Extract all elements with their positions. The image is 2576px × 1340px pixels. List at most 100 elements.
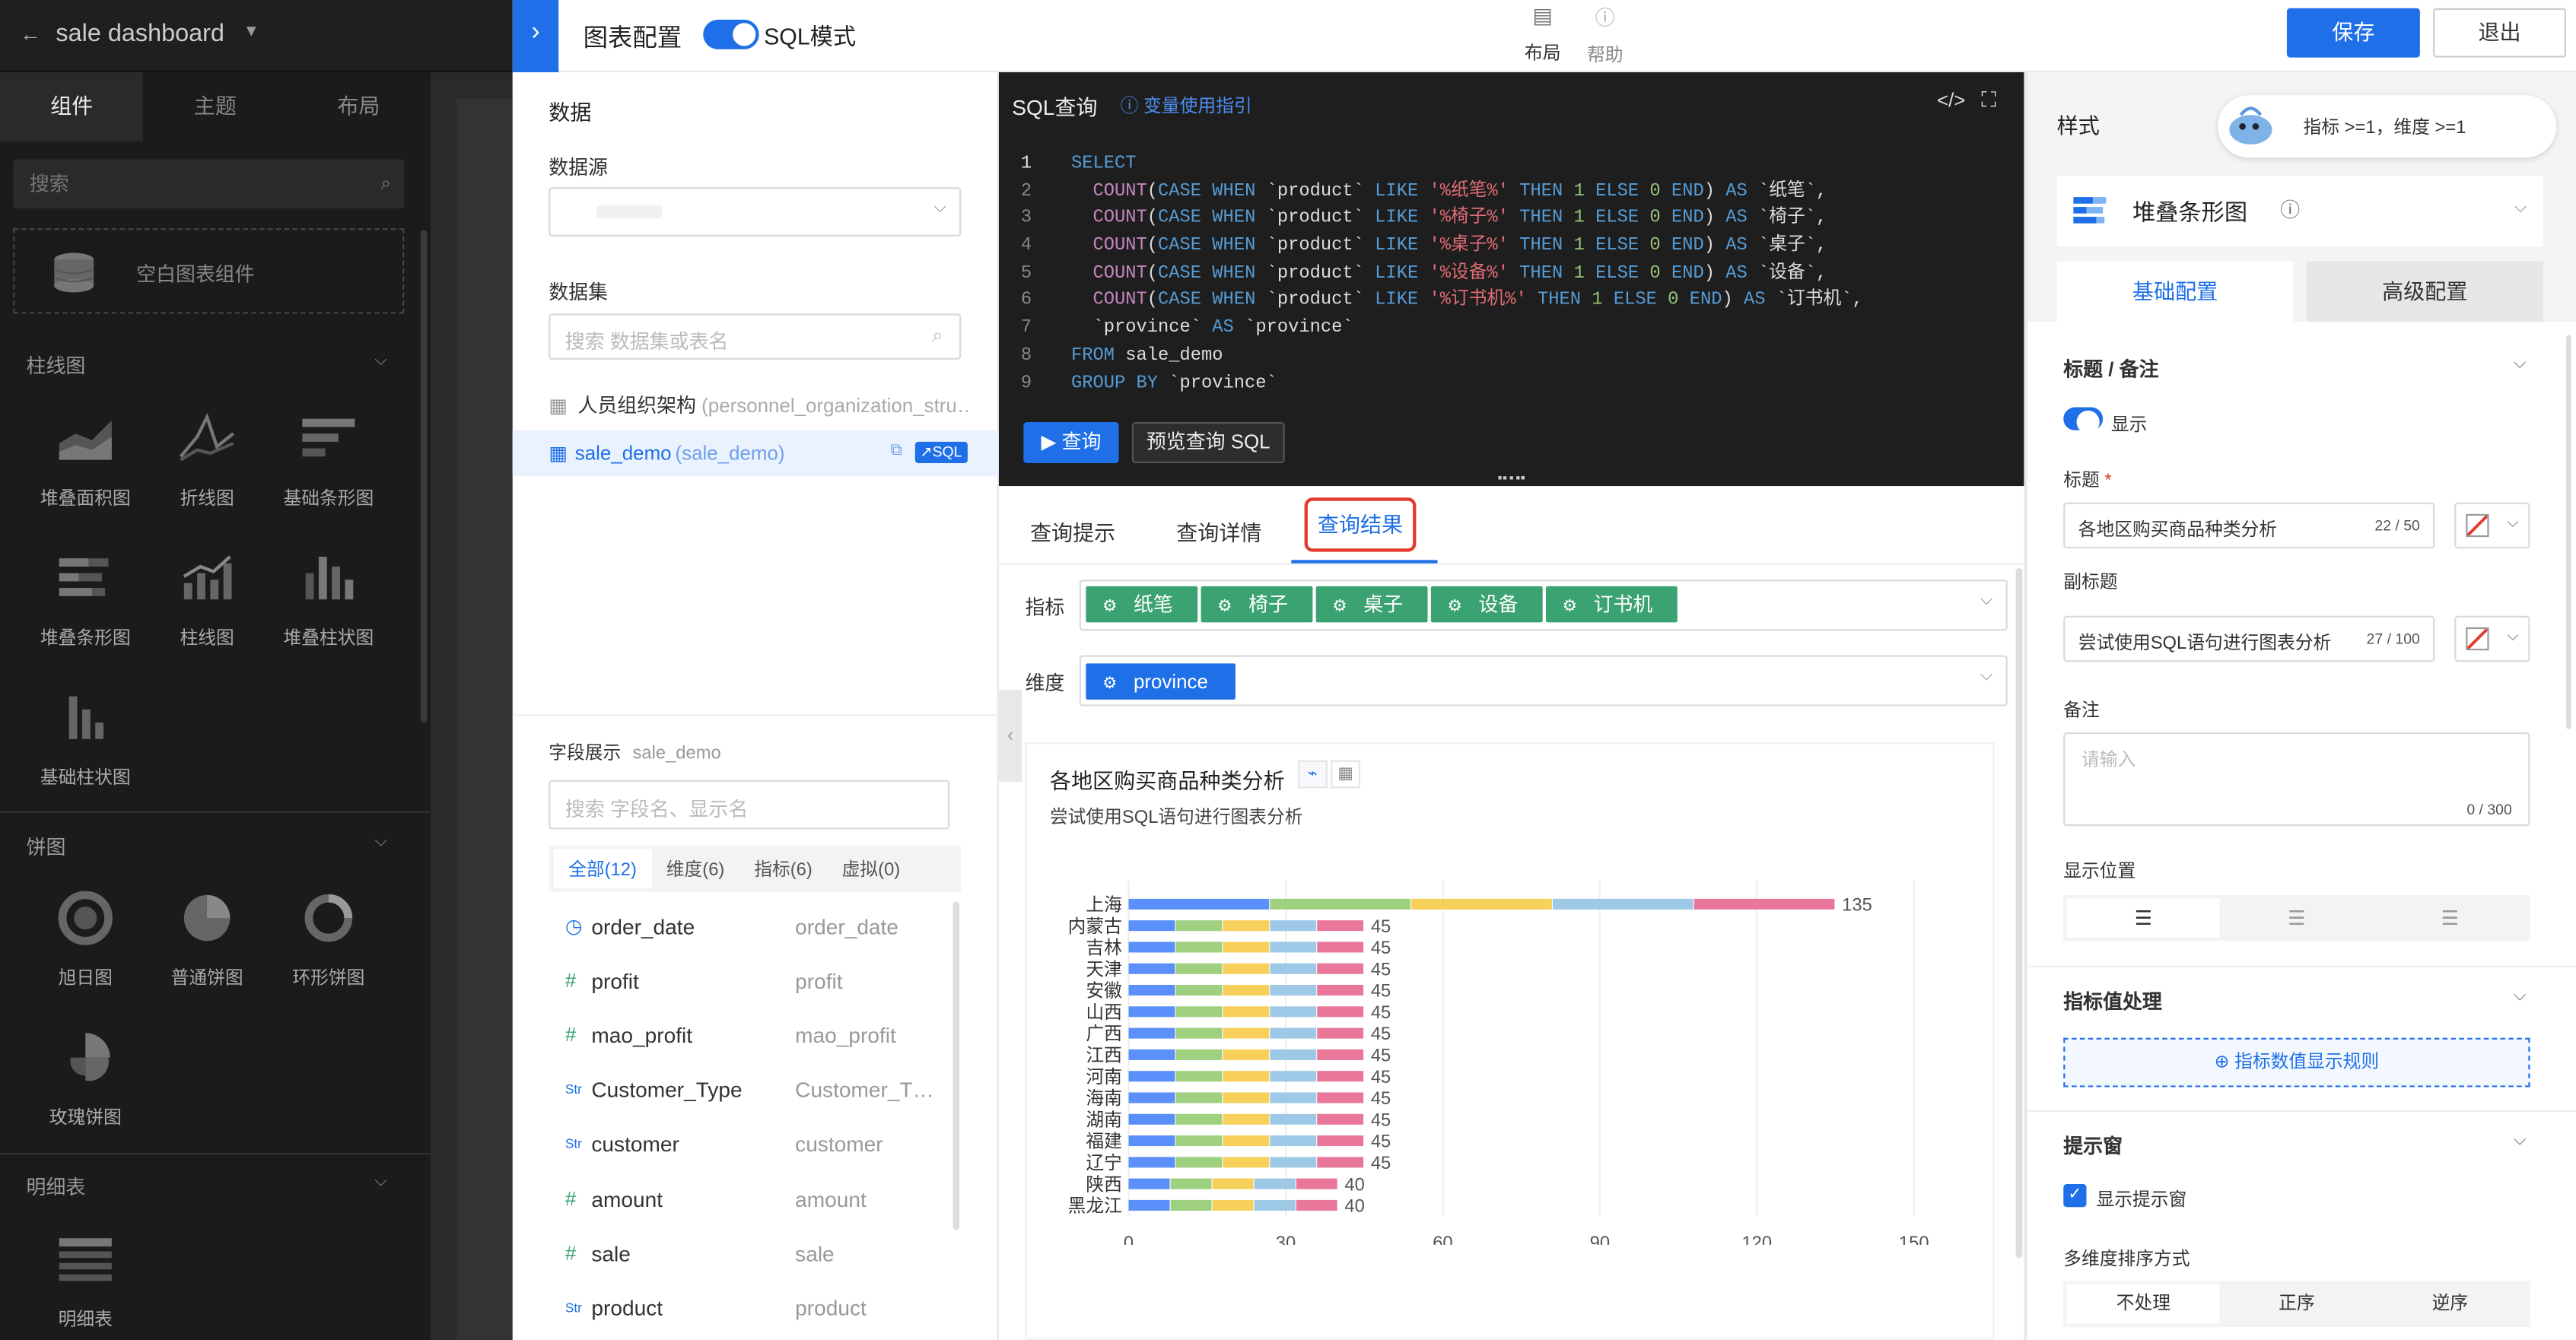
empty-chart-component[interactable]: 空白图表组件 (13, 228, 405, 314)
tab-layout[interactable]: 布局 (287, 72, 431, 141)
chart-type-select[interactable]: 堆叠条形图 ⓘ ⌵ (2056, 176, 2543, 246)
chart-basic-bar[interactable]: 基础条形图 (268, 411, 390, 511)
chevron-down-icon[interactable]: ⌵ (2514, 987, 2526, 1005)
note-textarea[interactable]: 请输入 0 / 300 (2063, 732, 2530, 827)
fullscreen-icon[interactable]: ⛶ (1981, 87, 1996, 113)
app-root: ← sale dashboard ▼ 组件 主题 布局 搜索 ⌕ 空白图表组件 … (0, 0, 2576, 1340)
show-tooltip-checkbox[interactable]: ✓ (2063, 1183, 2087, 1208)
metric-tag[interactable]: ⚙ 订书机 (1546, 586, 1678, 623)
chart-donut[interactable]: 环形饼图 (268, 890, 390, 990)
metric-section-heading[interactable]: 指标值处理 (2063, 987, 2162, 1015)
field-row[interactable]: # mao_profit mao_profit (549, 1010, 956, 1059)
section-detail-table[interactable]: 明细表 (27, 1173, 86, 1201)
align-center-option[interactable]: ☰ (2220, 898, 2374, 938)
tab-components[interactable]: 组件 (0, 72, 144, 141)
field-row[interactable]: Str Customer_Type Customer_T… (549, 1064, 956, 1113)
chart-pie[interactable]: 普通饼图 (146, 890, 268, 990)
collapse-left-handle[interactable]: ‹ (998, 689, 1022, 782)
field-search-input[interactable]: 搜索 字段名、显示名 (549, 780, 950, 830)
metric-tag[interactable]: ⚙ 纸笔 (1086, 586, 1198, 623)
chart-line[interactable]: 折线图 (146, 411, 268, 511)
collapse-panel-button[interactable]: › (512, 0, 559, 73)
title-color-picker[interactable]: ⌵ (2454, 502, 2530, 549)
field-tab-dimension[interactable]: 维度(6) (651, 849, 739, 888)
help-button[interactable]: ⓘ 帮助 (1580, 3, 1630, 67)
table-view-icon[interactable]: ▦ (1331, 760, 1361, 789)
chart-stacked-bar[interactable]: 堆叠条形图 (24, 550, 146, 650)
chevron-down-icon[interactable]: ⌵ (374, 833, 386, 851)
dataset-search-input[interactable]: 搜索 数据集或表名 ⌕ (549, 313, 962, 360)
result-scrollbar[interactable] (2015, 568, 2023, 1259)
tab-query-result[interactable]: 查询结果 (1304, 497, 1417, 552)
metric-tag[interactable]: ⚙ 椅子 (1201, 586, 1313, 623)
chart-stacked-area[interactable]: 堆叠面积图 (24, 411, 146, 511)
style-scrollbar[interactable] (2566, 335, 2571, 729)
chevron-down-icon[interactable]: ⌵ (374, 1173, 386, 1191)
variable-guide-link[interactable]: ⓘ 变量使用指引 (1121, 92, 1252, 119)
dashboard-dropdown-icon[interactable]: ▼ (243, 23, 259, 41)
preview-sql-button[interactable]: 预览查询 SQL (1131, 421, 1285, 463)
field-row[interactable]: ◷ order_date order_date (549, 902, 956, 951)
field-row[interactable]: Str customer customer (549, 1119, 956, 1168)
copy-icon[interactable]: ⧉ (890, 442, 902, 460)
component-search-input[interactable]: 搜索 ⌕ (13, 159, 405, 209)
subtitle-input[interactable]: 尝试使用SQL语句进行图表分析 27 / 100 (2063, 615, 2435, 662)
tab-query-hint[interactable]: 查询提示 (1030, 516, 1115, 547)
field-row[interactable]: # amount amount (549, 1174, 956, 1224)
chart-stacked-column[interactable]: 堆叠柱状图 (268, 550, 390, 650)
field-tab-virtual[interactable]: 虚拟(0) (827, 849, 914, 888)
field-row[interactable]: Str product product (549, 1283, 956, 1332)
chart-view-icon[interactable]: ⌁ (1297, 760, 1328, 789)
tab-basic-config[interactable]: 基础配置 (2056, 261, 2294, 322)
code-format-icon[interactable]: </> (1937, 89, 1965, 112)
sort-desc-option[interactable]: 逆序 (2374, 1284, 2527, 1324)
align-left-option[interactable]: ☰ (2066, 898, 2221, 938)
section-bar-line[interactable]: 柱线图 (27, 351, 86, 379)
run-query-button[interactable]: ▶ 查询 (1023, 421, 1119, 463)
metric-tag[interactable]: ⚙ 桌子 (1315, 586, 1428, 623)
tab-theme[interactable]: 主题 (144, 72, 288, 141)
title-input[interactable]: 各地区购买商品种类分析 22 / 50 (2063, 502, 2435, 549)
sql-code-editor[interactable]: 1 SELECT 2 COUNT(CASE WHEN `product` LIKE… (999, 151, 2024, 398)
tooltip-section-heading[interactable]: 提示窗 (2063, 1132, 2123, 1160)
info-icon[interactable]: ⓘ (2280, 195, 2300, 224)
metric-tag[interactable]: ⚙ 设备 (1430, 586, 1543, 623)
datasource-select[interactable]: ⌵ (549, 187, 962, 237)
sort-asc-option[interactable]: 正序 (2220, 1284, 2374, 1324)
field-tab-all[interactable]: 全部(12) (553, 849, 652, 889)
dimension-select[interactable]: ⚙ province ⌵ (1079, 655, 2008, 707)
chart-detail-table[interactable]: 明细表 (24, 1232, 146, 1332)
sql-mode-toggle[interactable] (703, 19, 759, 49)
dimension-tag[interactable]: ⚙ province (1086, 663, 1236, 700)
show-title-toggle[interactable] (2063, 407, 2104, 434)
chevron-down-icon[interactable]: ⌵ (2514, 354, 2526, 373)
add-display-rule-button[interactable]: ⊕ 指标数值显示规则 (2063, 1037, 2530, 1088)
align-right-option[interactable]: ☰ (2374, 898, 2527, 938)
resize-handle[interactable] (1498, 476, 1525, 481)
back-arrow-icon[interactable]: ← (20, 21, 41, 46)
tab-query-detail[interactable]: 查询详情 (1176, 516, 1261, 547)
subtitle-color-picker[interactable]: ⌵ (2454, 615, 2530, 662)
save-button[interactable]: 保存 (2286, 8, 2420, 58)
chevron-down-icon[interactable]: ⌵ (2514, 1132, 2526, 1150)
sidebar-scrollbar[interactable] (420, 230, 428, 723)
chart-sunburst[interactable]: 旭日图 (24, 890, 146, 990)
chevron-down-icon[interactable]: ⌵ (374, 351, 386, 370)
dataset-item[interactable]: ▦ 人员组织架构 (personnel_organization_stru… (549, 391, 969, 419)
title-section-heading[interactable]: 标题 / 备注 (2063, 354, 2158, 383)
field-row[interactable]: # sale sale (549, 1228, 956, 1278)
tab-advanced-config[interactable]: 高级配置 (2306, 261, 2543, 322)
chart-rose-pie[interactable]: 玫瑰饼图 (24, 1030, 146, 1130)
field-list-scrollbar[interactable] (952, 901, 960, 1230)
sort-none-option[interactable]: 不处理 (2066, 1284, 2221, 1324)
metric-select[interactable]: ⚙ 纸笔 ⚙ 椅子 ⚙ 桌子 ⚙ 设备 ⚙ 订书机 ⌵ (1079, 580, 2008, 631)
dashboard-title[interactable]: sale dashboard (56, 20, 224, 48)
section-pie[interactable]: 饼图 (27, 833, 66, 861)
exit-button[interactable]: 退出 (2433, 8, 2567, 58)
chart-basic-column[interactable]: 基础柱状图 (24, 690, 146, 790)
dataset-item-selected[interactable]: ▦ sale_demo (sale_demo) ⧉ ↗SQL (512, 430, 999, 477)
field-row[interactable]: # profit profit (549, 956, 956, 1005)
chart-bar-line[interactable]: 柱线图 (146, 550, 268, 650)
field-tab-metric[interactable]: 指标(6) (739, 849, 827, 888)
layout-button[interactable]: ▤ 布局 (1518, 3, 1567, 65)
